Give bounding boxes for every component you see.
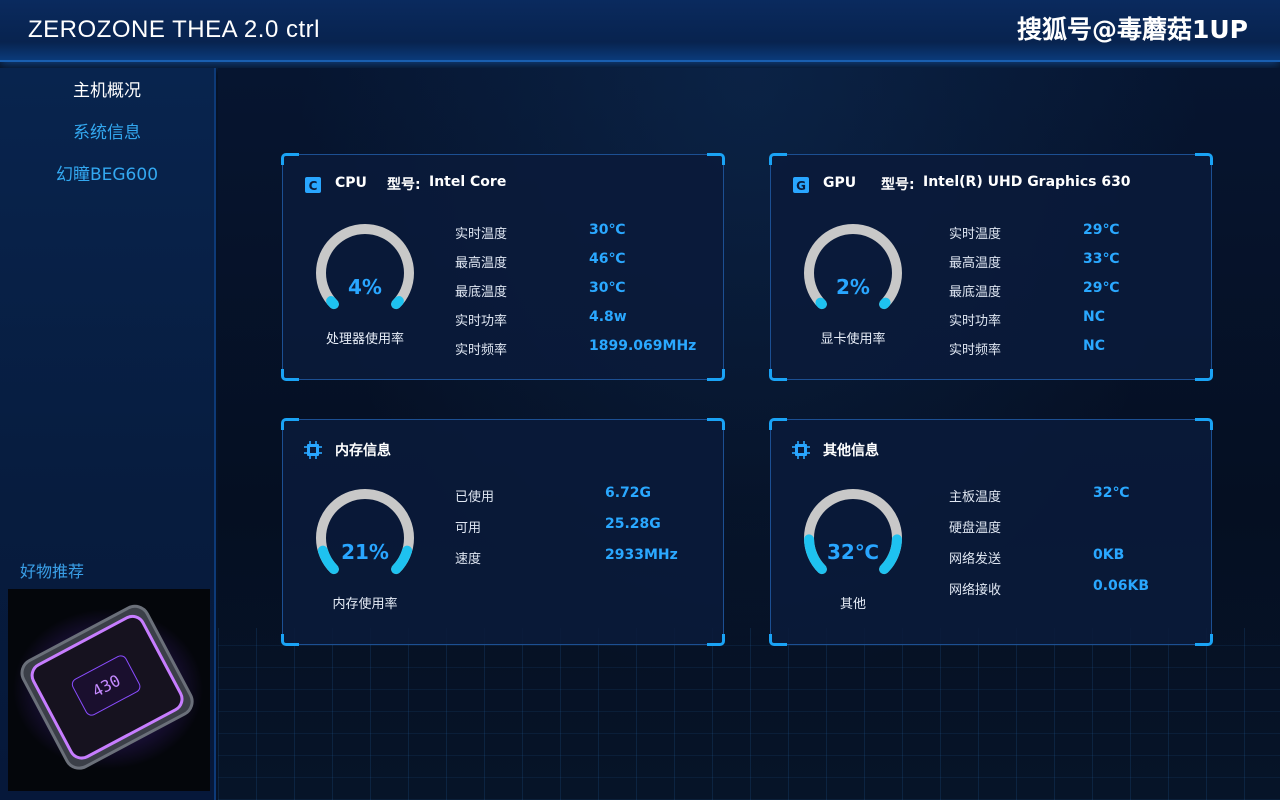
gpu-row-label: 实时功率 — [949, 314, 1002, 329]
gpu-icon: G — [793, 177, 809, 193]
memory-row-value: 2933MHz — [605, 547, 678, 563]
gpu-row-value: 33℃ — [1083, 251, 1120, 267]
other-temp-gauge — [804, 489, 902, 575]
gpu-usage-gauge — [804, 224, 902, 310]
other-info-title: 其他信息 — [823, 443, 879, 459]
main-content: C CPU 型号: Intel Core 4% 处理器使用率 实时温度 30℃ … — [218, 68, 1280, 800]
cpu-row-value: 30℃ — [589, 280, 626, 296]
cpu-usage-caption: 处理器使用率 — [325, 332, 404, 347]
other-row-value: 0.06KB — [1093, 578, 1150, 594]
cpu-usage-gauge — [316, 224, 414, 310]
gpu-row-value: 29℃ — [1083, 222, 1120, 238]
cpu-row-value: 1899.069MHz — [589, 338, 697, 354]
gpu-panel: G GPU 型号: Intel(R) UHD Graphics 630 2% 显… — [769, 153, 1213, 381]
product-image-graphic: 430 — [8, 589, 210, 791]
gpu-row-label: 最高温度 — [949, 256, 1002, 271]
memory-row-label: 速度 — [455, 552, 482, 567]
memory-row-label: 已使用 — [455, 490, 495, 505]
watermark: 搜狐号@毒蘑菇1UP — [1016, 15, 1248, 44]
gpu-row-value: NC — [1083, 338, 1105, 354]
other-row-label: 网络发送 — [949, 552, 1002, 567]
memory-row-value: 6.72G — [605, 485, 652, 501]
cpu-row-label: 最底温度 — [455, 285, 508, 300]
memory-usage-caption: 内存使用率 — [332, 597, 398, 612]
recommend-label: 好物推荐 — [20, 562, 85, 581]
product-image[interactable]: 430 — [8, 589, 210, 791]
cpu-row-value: 46℃ — [589, 251, 626, 267]
other-row-value: 32℃ — [1093, 485, 1130, 501]
gpu-row-label: 实时温度 — [949, 227, 1002, 242]
other-row-label: 硬盘温度 — [949, 521, 1002, 536]
svg-text:G: G — [796, 179, 806, 193]
gpu-row-label: 实时频率 — [949, 343, 1002, 358]
memory-row-value: 25.28G — [605, 516, 661, 532]
cpu-icon: C — [305, 177, 321, 193]
gpu-title: GPU — [823, 175, 857, 191]
cpu-model-value: Intel Core — [429, 174, 507, 190]
gpu-row-label: 最底温度 — [949, 285, 1002, 300]
other-info-panel: 其他信息 32℃ 其他 主板温度 32℃ 硬盘温度 网络发送 0KB 网络接收 … — [769, 418, 1213, 646]
gauge-fill-right — [879, 297, 891, 310]
gpu-model-label: 型号: — [881, 177, 915, 193]
gpu-row-value: 29℃ — [1083, 280, 1120, 296]
gpu-row-value: NC — [1083, 309, 1105, 325]
memory-usage-value: 21% — [341, 540, 389, 564]
other-temp-value: 32℃ — [826, 540, 880, 564]
cpu-title: CPU — [335, 175, 367, 191]
cpu-panel: C CPU 型号: Intel Core 4% 处理器使用率 实时温度 30℃ … — [281, 153, 725, 381]
cpu-row-label: 实时温度 — [455, 227, 508, 242]
gauge-fill-left — [815, 297, 827, 310]
other-caption: 其他 — [839, 597, 866, 612]
gpu-model-value: Intel(R) UHD Graphics 630 — [923, 174, 1131, 190]
memory-chip-icon — [304, 441, 322, 459]
cpu-row-value: 4.8w — [589, 309, 627, 325]
other-row-label: 主板温度 — [949, 490, 1002, 505]
sidebar-item-beg600[interactable]: 幻瞳BEG600 — [0, 154, 214, 196]
gauge-fill-left — [326, 296, 339, 310]
background-grid — [218, 628, 1280, 800]
cpu-row-label: 实时功率 — [455, 314, 508, 329]
app-title: ZEROZONE THEA 2.0 ctrl — [28, 16, 320, 43]
sidebar-item-system-info[interactable]: 系统信息 — [0, 112, 214, 154]
sidebar-item-overview[interactable]: 主机概况 — [0, 70, 214, 112]
chip-icon — [792, 441, 810, 459]
gpu-usage-caption: 显卡使用率 — [820, 332, 886, 347]
gpu-usage-value: 2% — [836, 275, 870, 299]
cpu-row-label: 实时频率 — [455, 343, 508, 358]
cpu-row-label: 最高温度 — [455, 256, 508, 271]
gauge-fill-right — [391, 296, 404, 310]
title-bar: ZEROZONE THEA 2.0 ctrl 搜狐号@毒蘑菇1UP — [0, 0, 1280, 62]
memory-panel: 内存信息 21% 内存使用率 已使用 6.72G 可用 25.28G 速度 29… — [281, 418, 725, 646]
memory-usage-gauge — [316, 489, 414, 575]
other-row-value: 0KB — [1093, 547, 1125, 563]
cpu-row-value: 30℃ — [589, 222, 626, 238]
cpu-usage-value: 4% — [348, 275, 382, 299]
other-row-label: 网络接收 — [949, 583, 1002, 598]
sidebar: 主机概况 系统信息 幻瞳BEG600 好物推荐 430 — [0, 68, 216, 800]
memory-title: 内存信息 — [335, 443, 391, 459]
cpu-model-label: 型号: — [387, 177, 421, 193]
memory-row-label: 可用 — [455, 521, 482, 536]
svg-text:C: C — [309, 179, 318, 193]
